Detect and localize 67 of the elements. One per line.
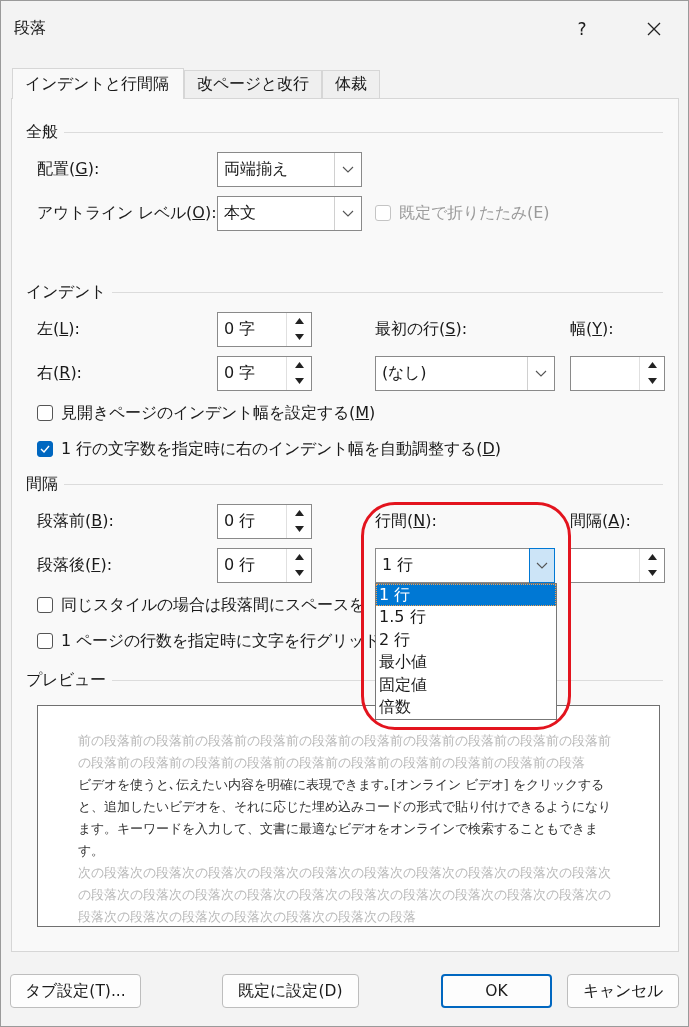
chevron-icon [535,369,547,377]
spinner-field[interactable]: 0 行 [217,547,312,583]
field-label: 間隔(A): [570,510,631,530]
down-arrow-icon [647,570,657,577]
chevron-icon [342,209,354,217]
previous-paragraph: 前の段落前の段落前の段落前の段落前の段落前の段落前の段落前の段落前の段落前の段落前の段落前の段落前の段落前の段落前の段落前の段落前の段落前の段落前の段落前の段落 [78,732,612,772]
chevron-icon [536,561,548,569]
field-label: 段落前(B): [37,510,114,530]
spinner-field[interactable]: 0 行 [217,503,312,539]
dropdown-button[interactable] [529,547,555,583]
dialog-button[interactable]: タブ設定(T)... [10,974,141,1008]
tab[interactable]: 体裁 [322,70,380,98]
checkbox[interactable] [37,441,53,457]
down-arrow-icon [294,570,304,577]
down-arrow-icon [647,378,657,385]
section-heading: 全般 [26,121,58,143]
dropdown-field[interactable]: 両端揃え [217,151,362,187]
window-title: 段落 [14,18,47,39]
field-label: 左(L): [37,318,80,338]
up-arrow-icon [294,361,304,368]
field-label: アウトライン レベル(O): [37,202,217,222]
dialog-button[interactable]: キャンセル [567,974,679,1008]
field-label: 行間(N): [375,510,437,530]
dropdown-option[interactable]: 倍数 [376,696,556,720]
down-arrow-icon [294,378,304,385]
spinner-field[interactable] [570,355,665,391]
dropdown-option[interactable]: 最小値 [376,651,556,674]
tab[interactable]: 改ページと改行 [184,70,322,98]
field-label: 右(R): [37,362,82,382]
field-label: 配置(G): [37,158,100,178]
checkbox-label: 既定で折りたたみ(E) [399,202,550,224]
dialog-button[interactable]: 既定に設定(D) [222,974,359,1008]
up-arrow-icon [647,361,657,368]
check-icon [40,445,50,453]
next-paragraph: 次の段落次の段落次の段落次の段落次の段落次の段落次の段落次の段落次の段落次の段落次の段落次の段落次の段落次の段落次の段落次の段落次の段落次の段落次の段落次の段落次の段落次の段落次の段落次の段落次の段落次の段落次の段落 [78,864,612,926]
dropdown-option[interactable]: 2 行 [376,628,556,652]
sample-paragraph: ビデオを使うと､伝えたい内容を明確に表現できます｡[オンライン ビデオ] をクリックすると、追加したいビデオを、それに応じた埋め込みコードの形式で貼り付けできるようになります。キーワードを入力して、文書に最適なビデオをオンラインで検索することもできます。 [78,776,612,860]
section-heading: インデント [26,281,106,303]
section-heading: 間隔 [26,473,58,495]
dropdown-option[interactable]: 1.5 行 [376,606,556,629]
spinner-field[interactable]: 0 字 [217,311,312,347]
up-arrow-icon [294,553,304,560]
checkbox[interactable] [37,597,53,613]
dropdown-option[interactable]: 固定値 [376,673,556,697]
up-arrow-icon [294,509,304,516]
field-label: 最初の行(S): [375,318,468,338]
spinner-field[interactable] [570,547,665,583]
up-arrow-icon [647,553,657,560]
spinner-field[interactable]: 0 字 [217,355,312,391]
down-arrow-icon [294,334,304,341]
field-label: 幅(Y): [570,318,614,338]
help-button[interactable]: ? [570,18,594,39]
dropdown-field[interactable]: (なし) [375,355,555,391]
dropdown-option[interactable]: 1 行 [376,583,556,607]
chevron-icon [342,165,354,173]
section-heading: プレビュー [26,669,106,691]
down-arrow-icon [294,526,304,533]
checkbox-label: 1 行の文字数を指定時に右のインデント幅を自動調整する(D) [61,438,502,460]
tab[interactable]: インデントと行間隔 [12,68,184,99]
checkbox[interactable] [37,633,53,649]
checkbox[interactable] [37,405,53,421]
dialog-button[interactable]: OK [441,974,552,1008]
close-icon [646,20,662,37]
checkbox-label: 見開きページのインデント幅を設定する(M) [61,402,376,424]
field-label: 段落後(F): [37,554,113,574]
up-arrow-icon [294,317,304,324]
dropdown-field[interactable]: 本文 [217,195,362,231]
